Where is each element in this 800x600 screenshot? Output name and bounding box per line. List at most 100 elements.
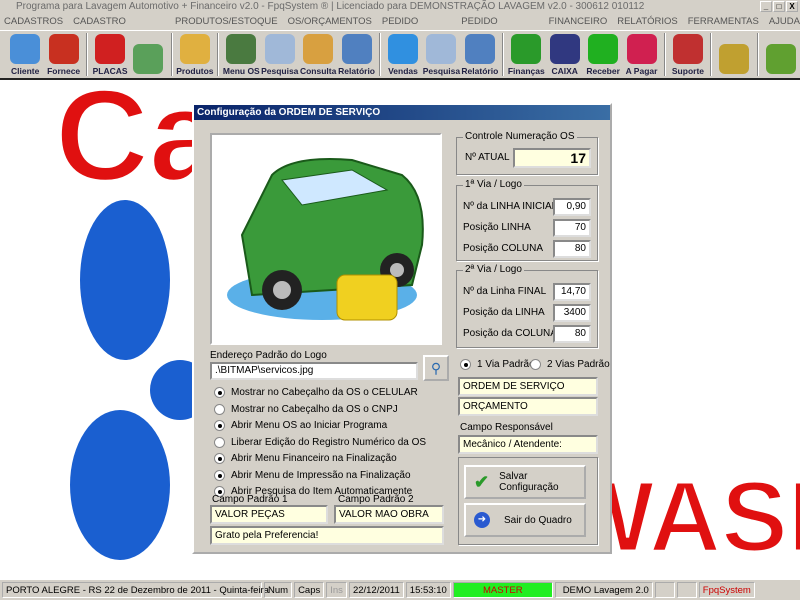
title-bar: Programa para Lavagem Automotivo + Finan… xyxy=(0,0,800,14)
option-3[interactable]: Liberar Edição do Registro Numérico da O… xyxy=(214,436,426,448)
status-city-date: PORTO ALEGRE - RS 22 de Dezembro de 2011… xyxy=(2,582,269,598)
toolbar-icon xyxy=(426,34,457,64)
toolbar-icon xyxy=(264,34,295,64)
toolbar-button-menuos[interactable]: Menu OS xyxy=(222,31,260,78)
via2-field-1[interactable]: 3400 xyxy=(553,304,591,322)
menu-cadastro-veiculos[interactable]: CADASTRO VEICULOS xyxy=(73,14,165,43)
menu-financeiro[interactable]: FINANCEIRO xyxy=(549,14,608,30)
menu-pedido-compras[interactable]: PEDIDO COMPRAS xyxy=(461,14,538,43)
menu-bar: CADASTROS CADASTRO VEICULOS PRODUTOS/ESTOQ… xyxy=(0,14,800,43)
printer-icon[interactable] xyxy=(654,582,675,598)
computer-icon[interactable] xyxy=(676,582,697,598)
toolbar-button-vendas[interactable]: Vendas xyxy=(384,31,422,78)
toolbar-button-consulta[interactable]: Consulta xyxy=(299,31,337,78)
menu-os-or-amentos[interactable]: OS/ORÇAMENTOS xyxy=(288,14,372,30)
toolbar-icon xyxy=(588,34,619,64)
toolbar-button-relatrio[interactable]: Relatório xyxy=(461,31,499,78)
radio-1-via[interactable]: 1 Via Padrão xyxy=(460,359,535,370)
toolbar-button-item[interactable] xyxy=(129,31,167,78)
toolbar-separator xyxy=(502,33,505,76)
toolbar-icon xyxy=(48,34,79,64)
via1-group: 1ª Via / Logo Nº da LINHA INICIAL 0,90 Posi… xyxy=(456,179,598,261)
menu-produtos-estoque[interactable]: PRODUTOS/ESTOQUE xyxy=(175,14,278,30)
option-4[interactable]: Abrir Menu Financeiro na Finalização xyxy=(214,453,397,464)
toolbar-button-cliente[interactable]: Cliente xyxy=(6,31,44,78)
menu-ferramentas[interactable]: FERRAMENTAS xyxy=(688,14,759,30)
toolbar-separator xyxy=(756,33,759,76)
menu-cadastros[interactable]: CADASTROS xyxy=(4,14,63,30)
toolbar-button-finanas[interactable]: Finanças xyxy=(507,31,545,78)
toolbar-icon xyxy=(95,34,126,64)
logo-path-label: Endereço Padrão do Logo xyxy=(210,350,327,361)
toolbar-icon xyxy=(179,34,210,64)
toolbar-icon xyxy=(388,34,418,64)
toolbar-separator xyxy=(378,33,381,76)
via2-group: 2ª Via / Logo Nº da Linha FINAL 14,70 Posiç… xyxy=(456,264,598,348)
logo-preview xyxy=(210,133,442,345)
os-config-dialog: Configuração da ORDEM DE SERVIÇO Control… xyxy=(192,103,612,554)
toolbar-button-pesquisa[interactable]: Pesquisa xyxy=(261,31,299,78)
via1-field-2[interactable]: 80 xyxy=(553,240,591,258)
option-2[interactable]: Abrir Menu OS ao Iniciar Programa xyxy=(214,420,387,431)
toolbar-icon xyxy=(303,34,334,64)
option-0[interactable]: Mostrar no Cabeçalho da OS o CELULAR xyxy=(214,387,418,398)
toolbar-button-pesquisa[interactable]: Pesquisa xyxy=(422,31,460,78)
arrow-right-icon: ➜ xyxy=(474,512,490,528)
status-db: DEMO Lavagem 2.0 xyxy=(554,582,653,598)
toolbar-icon xyxy=(719,44,750,74)
toolbar-separator xyxy=(663,33,666,76)
toolbar-button-item[interactable] xyxy=(762,31,800,78)
toolbar-button-apagar[interactable]: A Pagar xyxy=(622,31,660,78)
toolbar-button-relatrio[interactable]: Relatório xyxy=(337,31,375,78)
toolbar-separator xyxy=(170,33,173,76)
status-bar: PORTO ALEGRE - RS 22 de Dezembro de 2011… xyxy=(0,580,800,600)
browse-logo-button[interactable]: ⚲ xyxy=(423,355,449,381)
checkmark-icon: ✔ xyxy=(474,471,490,492)
toolbar-separator xyxy=(217,33,220,76)
toolbar-separator xyxy=(710,33,713,76)
maximize-button[interactable]: □ xyxy=(773,1,785,12)
toolbar-icon xyxy=(464,34,495,64)
close-button[interactable]: X xyxy=(786,1,798,12)
toolbar-button-suporte[interactable]: Suporte xyxy=(669,31,707,78)
window-title: Programa para Lavagem Automotivo + Finan… xyxy=(16,1,645,12)
campo1-input[interactable]: VALOR PEÇAS xyxy=(210,505,328,524)
toolbar-icon xyxy=(672,34,703,64)
toolbar-button-item[interactable] xyxy=(715,31,753,78)
menu-relat-rios[interactable]: RELATÓRIOS xyxy=(617,14,678,30)
status-user: MASTER xyxy=(452,582,553,598)
doc-title-orcamento-input[interactable]: ORÇAMENTO xyxy=(458,397,598,416)
toolbar-button-receber[interactable]: Receber xyxy=(584,31,622,78)
toolbar-button-produtos[interactable]: Produtos xyxy=(176,31,214,78)
toolbar-separator xyxy=(85,33,88,76)
via2-field-0[interactable]: 14,70 xyxy=(553,283,591,301)
toolbar-button-caixa[interactable]: CAIXA xyxy=(545,31,583,78)
doc-title-os-input[interactable]: ORDEM DE SERVIÇO xyxy=(458,377,598,396)
save-config-button[interactable]: ✔ Salvar Configuração xyxy=(464,465,586,499)
magnifier-icon: ⚲ xyxy=(430,359,442,376)
via2-field-2[interactable]: 80 xyxy=(553,325,591,343)
toolbar-icon xyxy=(765,44,796,74)
toolbar-icon xyxy=(226,34,257,64)
option-5[interactable]: Abrir Menu de Impressão na Finalização xyxy=(214,469,411,481)
footer-message-input[interactable]: Grato pela Preferencia! xyxy=(210,526,444,545)
radio-2-vias[interactable]: 2 Vias Padrão xyxy=(530,359,610,370)
toolbar-icon xyxy=(549,34,580,64)
campo2-input[interactable]: VALOR MAO OBRA xyxy=(334,505,444,524)
exit-button[interactable]: ➜ Sair do Quadro xyxy=(464,503,586,537)
toolbar-button-fornece[interactable]: Fornece xyxy=(44,31,82,78)
toolbar-icon xyxy=(341,34,372,64)
via1-field-0[interactable]: 0,90 xyxy=(553,198,591,216)
menu-pedido-vendas[interactable]: PEDIDO VENDAS xyxy=(382,14,451,43)
via1-field-1[interactable]: 70 xyxy=(553,219,591,237)
logo-path-input[interactable]: .\BITMAP\servicos.jpg xyxy=(210,362,418,380)
responsavel-input[interactable]: Mecânico / Atendente: xyxy=(458,435,598,454)
toolbar: Cliente Fornece PLACAS Produtos Menu OS Pesqu… xyxy=(0,30,800,80)
os-number-field[interactable]: 17 xyxy=(513,148,591,168)
toolbar-icon xyxy=(10,34,41,64)
toolbar-icon xyxy=(626,34,657,64)
menu-ajuda[interactable]: AJUDA xyxy=(769,14,800,30)
minimize-button[interactable]: _ xyxy=(760,1,772,12)
option-1[interactable]: Mostrar no Cabeçalho da OS o CNPJ xyxy=(214,403,398,415)
toolbar-button-placas[interactable]: PLACAS xyxy=(91,31,129,78)
